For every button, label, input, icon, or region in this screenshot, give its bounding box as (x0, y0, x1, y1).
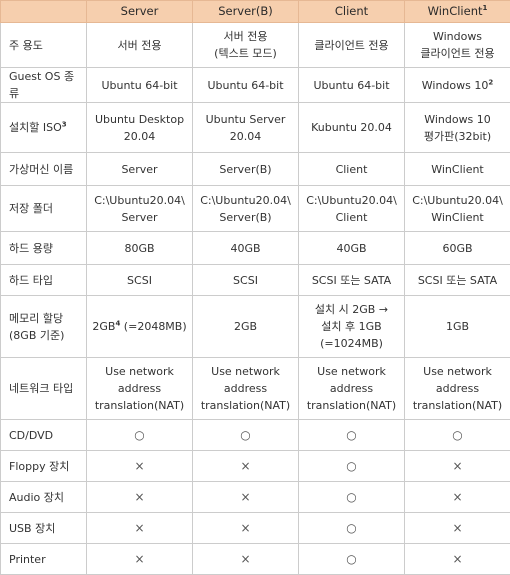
table-cell: Windows 102 (405, 68, 510, 103)
table-cell: 60GB (405, 232, 510, 265)
row-label: USB 장치 (1, 513, 87, 544)
row-label: 메모리 할당 (8GB 기준) (1, 296, 87, 358)
table-cell: × (193, 482, 299, 513)
table-row: 하드 타입 SCSI SCSI SCSI 또는 SATA SCSI 또는 SAT… (1, 265, 510, 296)
table-cell: Use network address translation(NAT) (405, 358, 510, 420)
table-cell: Windows 10 평가판(32bit) (405, 103, 510, 153)
row-label: 네트워크 타입 (1, 358, 87, 420)
table-row: Guest OS 종류 Ubuntu 64-bit Ubuntu 64-bit … (1, 68, 510, 103)
table-cell: Ubuntu 64-bit (299, 68, 405, 103)
table-cell: × (193, 451, 299, 482)
table-row: Floppy 장치 × × ○ × (1, 451, 510, 482)
header-server: Server (87, 1, 193, 23)
table-row: 네트워크 타입 Use network address translation(… (1, 358, 510, 420)
table-cell: × (87, 451, 193, 482)
table-cell: 40GB (299, 232, 405, 265)
header-client: Client (299, 1, 405, 23)
table-row: 메모리 할당 (8GB 기준) 2GB4 (=2048MB) 2GB 설치 시 … (1, 296, 510, 358)
table-cell: 서버 전용 (87, 23, 193, 68)
table-cell: C:\Ubuntu20.04\ Server (87, 186, 193, 232)
header-winclient-label: WinClient (428, 4, 483, 18)
table-cell: × (87, 482, 193, 513)
table-cell: × (405, 544, 510, 575)
row-label: 하드 타입 (1, 265, 87, 296)
row-label: Printer (1, 544, 87, 575)
table-cell: ○ (87, 420, 193, 451)
table-cell: Server (87, 153, 193, 186)
table-cell: ○ (299, 544, 405, 575)
table-cell: Server(B) (193, 153, 299, 186)
table-cell: 클라이언트 전용 (299, 23, 405, 68)
table-cell: ○ (299, 420, 405, 451)
table-cell: Ubuntu 64-bit (87, 68, 193, 103)
table-cell: ○ (193, 420, 299, 451)
table-row: Printer × × ○ × (1, 544, 510, 575)
table-cell: × (87, 513, 193, 544)
footnote-marker: 2 (488, 78, 493, 86)
header-winclient: WinClient1 (405, 1, 510, 23)
table-row: 주 용도 서버 전용 서버 전용 (텍스트 모드) 클라이언트 전용 Windo… (1, 23, 510, 68)
table-cell: 2GB (193, 296, 299, 358)
table-cell: C:\Ubuntu20.04\ Server(B) (193, 186, 299, 232)
table-cell: × (405, 513, 510, 544)
table-row: CD/DVD ○ ○ ○ ○ (1, 420, 510, 451)
table-cell: 2GB4 (=2048MB) (87, 296, 193, 358)
table-cell: Ubuntu Desktop 20.04 (87, 103, 193, 153)
table-cell: ○ (299, 451, 405, 482)
header-row: Server Server(B) Client WinClient1 (1, 1, 510, 23)
table-cell: 설치 시 2GB → 설치 후 1GB (=1024MB) (299, 296, 405, 358)
cell-text-suffix: (=2048MB) (120, 320, 186, 333)
row-label: Audio 장치 (1, 482, 87, 513)
table-cell: × (193, 544, 299, 575)
table-cell: WinClient (405, 153, 510, 186)
table-cell: ○ (405, 420, 510, 451)
row-label: CD/DVD (1, 420, 87, 451)
table-cell: × (87, 544, 193, 575)
table-cell: × (193, 513, 299, 544)
table-row: 가상머신 이름 Server Server(B) Client WinClien… (1, 153, 510, 186)
table-cell: Kubuntu 20.04 (299, 103, 405, 153)
table-cell: 40GB (193, 232, 299, 265)
table-cell: × (405, 482, 510, 513)
table-cell: SCSI 또는 SATA (405, 265, 510, 296)
table-cell: ○ (299, 513, 405, 544)
row-label: 주 용도 (1, 23, 87, 68)
table-cell: 1GB (405, 296, 510, 358)
header-server-b: Server(B) (193, 1, 299, 23)
table-cell: × (405, 451, 510, 482)
footnote-marker: 3 (62, 120, 67, 128)
table-cell: SCSI (193, 265, 299, 296)
table-cell: 서버 전용 (텍스트 모드) (193, 23, 299, 68)
table-cell: Use network address translation(NAT) (87, 358, 193, 420)
table-cell: Use network address translation(NAT) (193, 358, 299, 420)
row-label-text: 설치할 ISO (9, 121, 62, 134)
table-row: USB 장치 × × ○ × (1, 513, 510, 544)
table-row: Audio 장치 × × ○ × (1, 482, 510, 513)
table-cell: C:\Ubuntu20.04\ WinClient (405, 186, 510, 232)
row-label: 하드 용량 (1, 232, 87, 265)
table-cell: Use network address translation(NAT) (299, 358, 405, 420)
table-row: 설치할 ISO3 Ubuntu Desktop 20.04 Ubuntu Ser… (1, 103, 510, 153)
header-corner (1, 1, 87, 23)
vm-spec-table: Server Server(B) Client WinClient1 주 용도 … (0, 0, 510, 575)
table-cell: SCSI (87, 265, 193, 296)
table-row: 저장 폴더 C:\Ubuntu20.04\ Server C:\Ubuntu20… (1, 186, 510, 232)
table-row: 하드 용량 80GB 40GB 40GB 60GB (1, 232, 510, 265)
row-label: 저장 폴더 (1, 186, 87, 232)
table-cell: Client (299, 153, 405, 186)
row-label: Floppy 장치 (1, 451, 87, 482)
table-cell: ○ (299, 482, 405, 513)
cell-text: Windows 10 (422, 79, 489, 92)
table-cell: 80GB (87, 232, 193, 265)
footnote-marker: 1 (483, 4, 488, 12)
row-label: 가상머신 이름 (1, 153, 87, 186)
table-cell: Ubuntu 64-bit (193, 68, 299, 103)
table-cell: C:\Ubuntu20.04\ Client (299, 186, 405, 232)
table-cell: Ubuntu Server 20.04 (193, 103, 299, 153)
row-label: 설치할 ISO3 (1, 103, 87, 153)
cell-text: 2GB (92, 320, 115, 333)
row-label: Guest OS 종류 (1, 68, 87, 103)
table-cell: Windows 클라이언트 전용 (405, 23, 510, 68)
table-cell: SCSI 또는 SATA (299, 265, 405, 296)
